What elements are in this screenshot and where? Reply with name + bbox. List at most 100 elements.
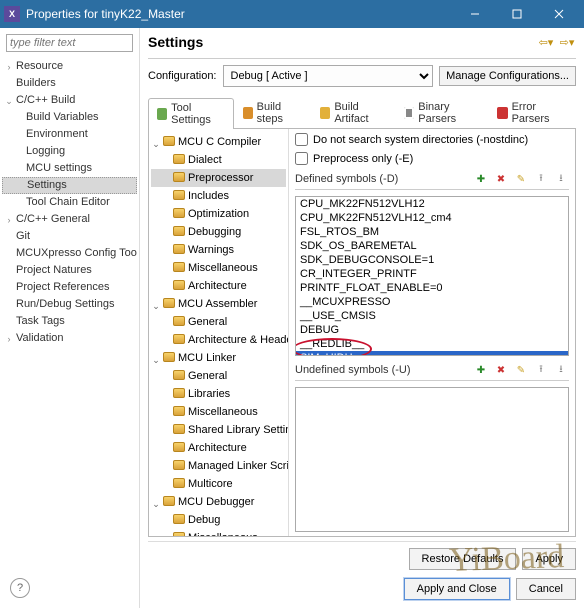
forward-icon[interactable]: ⇨▾ [558, 36, 576, 49]
preprocess-only-checkbox-row[interactable]: Preprocess only (-E) [295, 152, 569, 165]
category-resource[interactable]: ›Resource [2, 58, 137, 75]
category-run-debug-settings[interactable]: Run/Debug Settings [2, 296, 137, 313]
category-project-references[interactable]: Project References [2, 279, 137, 296]
category-c-c-general[interactable]: ›C/C++ General [2, 211, 137, 228]
symbol-item[interactable]: CPU_MK22FN512VLH12_cm4 [296, 211, 568, 225]
tool-multicore[interactable]: Multicore [151, 475, 286, 493]
manage-configurations-button[interactable]: Manage Configurations... [439, 66, 576, 86]
inner-footer: Restore Defaults Apply [148, 541, 576, 572]
tool-managed-linker-script[interactable]: Managed Linker Script [151, 457, 286, 475]
preprocess-only-checkbox[interactable] [295, 152, 308, 165]
cancel-button[interactable]: Cancel [516, 578, 576, 600]
tool-dialect[interactable]: Dialect [151, 151, 286, 169]
close-button[interactable] [538, 0, 580, 28]
symbol-item[interactable]: __REDLIB__ [296, 337, 568, 351]
tool-general[interactable]: General [151, 367, 286, 385]
configuration-select[interactable]: Debug [ Active ] [223, 65, 434, 87]
symbol-item[interactable]: SDK_OS_BAREMETAL [296, 239, 568, 253]
tool-mcu-linker[interactable]: ⌄MCU Linker [151, 349, 286, 367]
category-git[interactable]: Git [2, 228, 137, 245]
sheet-icon [173, 424, 185, 434]
tool-debug[interactable]: Debug [151, 511, 286, 529]
tool-includes[interactable]: Includes [151, 187, 286, 205]
category-mcuxpresso-config-tools[interactable]: MCUXpresso Config Tools [2, 245, 137, 262]
edit-symbol-icon[interactable]: ✎ [513, 171, 529, 187]
move-down-icon[interactable]: ⭳ [553, 171, 569, 187]
window-title: Properties for tinyK22_Master [26, 7, 454, 21]
tool-tree[interactable]: ⌄MCU C CompilerDialectPreprocessorInclud… [149, 129, 289, 536]
back-icon[interactable]: ⇦▾ [537, 36, 555, 49]
tool-mcu-debugger[interactable]: ⌄MCU Debugger [151, 493, 286, 511]
tab-build-steps[interactable]: Build steps [234, 97, 312, 128]
undefined-symbols-label: Undefined symbols (-U) [295, 364, 469, 376]
symbol-item[interactable]: __USE_CMSIS [296, 309, 568, 323]
symbol-item[interactable]: SIM_UIDH [296, 351, 568, 356]
move-up-uicon[interactable]: ⭱ [533, 362, 549, 378]
symbol-item[interactable]: __MCUXPRESSO [296, 295, 568, 309]
filter-input[interactable] [6, 34, 133, 52]
edit-usymbol-icon[interactable]: ✎ [513, 362, 529, 378]
category-tool-chain-editor[interactable]: Tool Chain Editor [2, 194, 137, 211]
symbol-item[interactable]: CPU_MK22FN512VLH12 [296, 197, 568, 211]
tab-tool-settings[interactable]: Tool Settings [148, 98, 234, 129]
restore-defaults-button[interactable]: Restore Defaults [409, 548, 517, 570]
sheet-icon [173, 460, 185, 470]
tab-error-parsers[interactable]: Error Parsers [488, 97, 576, 128]
sheet-icon [173, 388, 185, 398]
maximize-button[interactable] [496, 0, 538, 28]
tab-binary-parsers[interactable]: Binary Parsers [395, 97, 488, 128]
sheet-icon [163, 298, 175, 308]
tool-debugging[interactable]: Debugging [151, 223, 286, 241]
category-mcu-settings[interactable]: MCU settings [2, 160, 137, 177]
category-validation[interactable]: ›Validation [2, 330, 137, 347]
add-usymbol-icon[interactable]: ✚ [473, 362, 489, 378]
tool-architecture-headers[interactable]: Architecture & Headers [151, 331, 286, 349]
nostdinc-checkbox-row[interactable]: Do not search system directories (-nostd… [295, 133, 569, 146]
app-icon: X [4, 6, 20, 22]
tab-build-artifact[interactable]: Build Artifact [311, 97, 395, 128]
apply-and-close-button[interactable]: Apply and Close [404, 578, 510, 600]
tool-settings-body: ⌄MCU C CompilerDialectPreprocessorInclud… [148, 129, 576, 537]
category-c-c-build[interactable]: ⌄C/C++ Build [2, 92, 137, 109]
move-down-uicon[interactable]: ⭳ [553, 362, 569, 378]
minimize-button[interactable] [454, 0, 496, 28]
move-up-icon[interactable]: ⭱ [533, 171, 549, 187]
tool-mcu-c-compiler[interactable]: ⌄MCU C Compiler [151, 133, 286, 151]
tool-libraries[interactable]: Libraries [151, 385, 286, 403]
category-logging[interactable]: Logging [2, 143, 137, 160]
symbol-item[interactable]: FSL_RTOS_BM [296, 225, 568, 239]
category-task-tags[interactable]: Task Tags [2, 313, 137, 330]
nostdinc-checkbox[interactable] [295, 133, 308, 146]
apply-button[interactable]: Apply [522, 548, 576, 570]
category-tree[interactable]: ›ResourceBuilders⌄C/C++ BuildBuild Varia… [2, 58, 137, 604]
symbol-item[interactable]: DEBUG [296, 323, 568, 337]
tool-warnings[interactable]: Warnings [151, 241, 286, 259]
tool-miscellaneous[interactable]: Miscellaneous [151, 259, 286, 277]
add-symbol-icon[interactable]: ✚ [473, 171, 489, 187]
category-project-natures[interactable]: Project Natures [2, 262, 137, 279]
tool-shared-library-settings[interactable]: Shared Library Settings [151, 421, 286, 439]
undefined-symbols-list[interactable] [295, 387, 569, 532]
category-builders[interactable]: Builders [2, 75, 137, 92]
tool-miscellaneous[interactable]: Miscellaneous [151, 529, 286, 536]
tool-architecture[interactable]: Architecture [151, 277, 286, 295]
delete-usymbol-icon[interactable]: ✖ [493, 362, 509, 378]
tool-optimization[interactable]: Optimization [151, 205, 286, 223]
delete-symbol-icon[interactable]: ✖ [493, 171, 509, 187]
tool-general[interactable]: General [151, 313, 286, 331]
tool-miscellaneous[interactable]: Miscellaneous [151, 403, 286, 421]
tool-architecture[interactable]: Architecture [151, 439, 286, 457]
tool-mcu-assembler[interactable]: ⌄MCU Assembler [151, 295, 286, 313]
sheet-icon [173, 280, 185, 290]
symbol-item[interactable]: CR_INTEGER_PRINTF [296, 267, 568, 281]
defined-symbols-label: Defined symbols (-D) [295, 173, 469, 185]
category-environment[interactable]: Environment [2, 126, 137, 143]
symbol-item[interactable]: PRINTF_FLOAT_ENABLE=0 [296, 281, 568, 295]
category-settings[interactable]: Settings [2, 177, 137, 194]
defined-symbols-list[interactable]: CPU_MK22FN512VLH12CPU_MK22FN512VLH12_cm4… [295, 196, 569, 356]
category-build-variables[interactable]: Build Variables [2, 109, 137, 126]
filter-box [6, 34, 133, 52]
tool-preprocessor[interactable]: Preprocessor [151, 169, 286, 187]
symbol-item[interactable]: SDK_DEBUGCONSOLE=1 [296, 253, 568, 267]
help-button[interactable]: ? [10, 578, 30, 598]
